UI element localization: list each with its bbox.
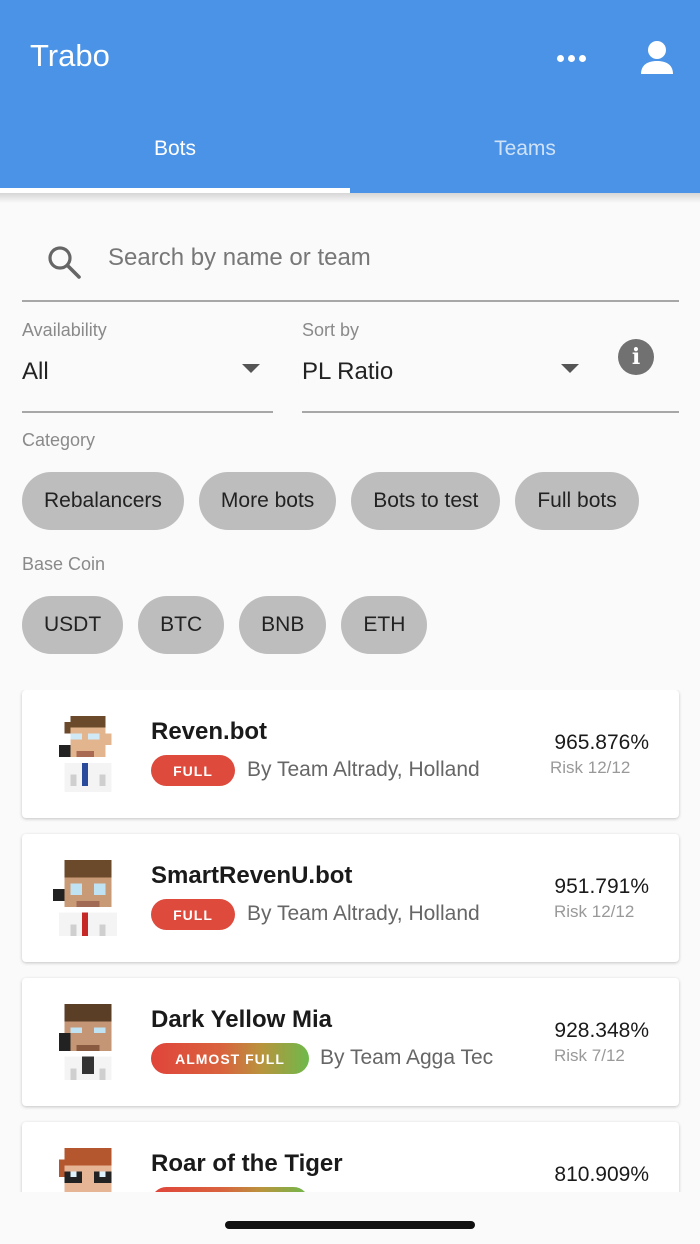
category-label: Category [22, 430, 96, 450]
bot-avatar [52, 860, 118, 936]
chip-category[interactable]: More bots [198, 472, 337, 530]
bot-pl-ratio: 951.791% [554, 875, 649, 898]
bot-avatar [58, 1004, 112, 1080]
bot-name: Reven.bot [151, 718, 268, 745]
bot-avatar [58, 716, 112, 792]
bot-card[interactable]: Reven.bot FULL By Team Altrady, Holland … [22, 690, 679, 818]
search-input[interactable] [108, 238, 648, 278]
availability-value: All [22, 358, 49, 385]
app-bar: Trabo Bots Teams [0, 0, 700, 193]
home-indicator[interactable] [225, 1221, 475, 1229]
status-badge: ALMOST FULL [151, 1043, 309, 1074]
chip-category[interactable]: Bots to test [351, 472, 501, 530]
chip-base-coin[interactable]: BTC [138, 596, 225, 654]
tab-teams[interactable]: Teams [350, 124, 700, 190]
bot-team: By Team Agga Tec [320, 1046, 494, 1069]
availability-dropdown[interactable]: Availability All [22, 318, 273, 413]
availability-label: Availability [22, 320, 107, 340]
chip-base-coin[interactable]: USDT [22, 596, 124, 654]
bot-pl-ratio: 810.909% [554, 1163, 649, 1186]
bot-team: By Team Altrady, Holland [247, 758, 480, 781]
app-bar-shadow [0, 193, 700, 203]
bot-name: Dark Yellow Mia [151, 1006, 332, 1033]
bot-avatar [58, 1148, 112, 1192]
chip-base-coin[interactable]: BNB [239, 596, 327, 654]
bot-card[interactable]: SmartRevenU.bot FULL By Team Altrady, Ho… [22, 834, 679, 962]
bot-risk: Risk 12/12 [550, 758, 631, 777]
bot-name: Roar of the Tiger [151, 1150, 343, 1177]
info-icon[interactable]: i [618, 339, 654, 375]
base-coin-label: Base Coin [22, 554, 106, 574]
bot-team: By Team Altrady, Holland [247, 902, 480, 925]
sort-label: Sort by [302, 320, 360, 340]
bot-card[interactable]: Roar of the Tiger 810.909% [22, 1122, 679, 1192]
sort-chevron-down-icon[interactable] [561, 364, 579, 373]
availability-chevron-down-icon[interactable] [242, 364, 260, 373]
bot-risk: Risk 7/12 [554, 1046, 625, 1065]
chip-category[interactable]: Full bots [515, 472, 639, 530]
bot-pl-ratio: 965.876% [554, 731, 649, 754]
status-badge: FULL [151, 755, 235, 786]
app-title: Trabo [30, 38, 110, 73]
search-icon [48, 246, 81, 279]
search-bar [22, 220, 679, 302]
chip-base-coin[interactable]: ETH [341, 596, 428, 654]
tab-bots[interactable]: Bots [0, 124, 350, 190]
chip-category[interactable]: Rebalancers [22, 472, 184, 530]
bot-card[interactable]: Dark Yellow Mia ALMOST FULL By Team Agga… [22, 978, 679, 1106]
category-chips: Rebalancers More bots Bots to test Full … [22, 472, 679, 530]
more-options-icon[interactable] [550, 40, 592, 76]
bot-risk: Risk 12/12 [554, 902, 635, 921]
base-coin-chips: USDT BTC BNB ETH [22, 596, 428, 654]
status-badge [151, 1187, 309, 1192]
bot-pl-ratio: 928.348% [554, 1019, 649, 1042]
bot-name: SmartRevenU.bot [151, 862, 353, 889]
status-badge: FULL [151, 899, 235, 930]
bot-list: Reven.bot FULL By Team Altrady, Holland … [0, 690, 700, 1192]
sort-value: PL Ratio [302, 358, 394, 385]
user-profile-icon[interactable] [636, 38, 678, 78]
